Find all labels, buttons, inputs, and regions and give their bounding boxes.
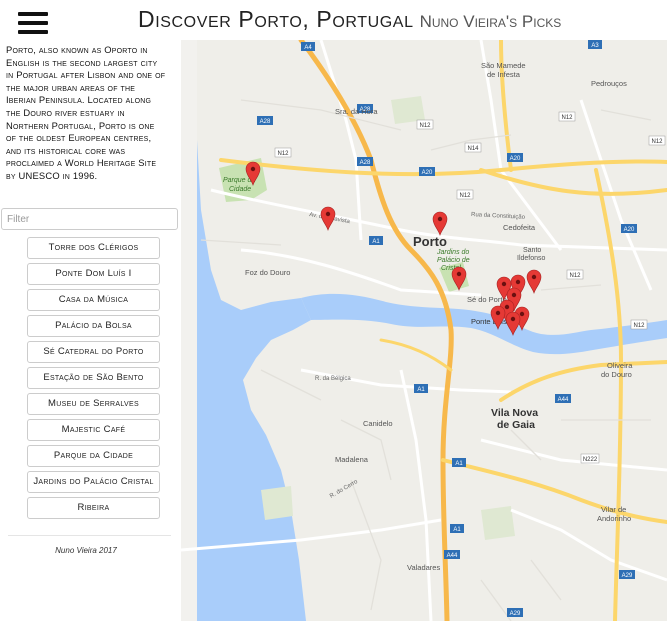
- road-badge: A44: [447, 553, 458, 559]
- road-badge: A3: [591, 43, 599, 49]
- road-badge: A1: [453, 527, 461, 533]
- map-label-vilar-de-andorinho: Vilar de Andorinho: [597, 505, 631, 523]
- road-badge: A1: [372, 239, 380, 245]
- place-button-majestic-cafe[interactable]: Majestic Café: [27, 419, 160, 441]
- place-button-ribeira[interactable]: Ribeira: [27, 497, 160, 519]
- road-badge: N12: [569, 273, 581, 279]
- place-button-se-catedral[interactable]: Sé Catedral do Porto: [27, 341, 160, 363]
- road-badge: A20: [510, 156, 521, 162]
- sidebar: Porto, also known as Oporto in English i…: [0, 40, 181, 621]
- place-button-ponte-dom-luis[interactable]: Ponte Dom Luís I: [27, 263, 160, 285]
- road-badge: N222: [583, 457, 598, 463]
- map-label-sra-da-hora: Sra. da Hora: [335, 107, 378, 116]
- place-button-casa-da-musica[interactable]: Casa da Música: [27, 289, 160, 311]
- map[interactable]: A4 N12 A28 N14 A3 N12 N12 A20 A20 N12 A2…: [181, 40, 667, 621]
- page-title: Discover Porto, Portugal Nuno Vieira's Pi…: [138, 6, 667, 33]
- map-label-foz-do-douro: Foz do Douro: [245, 268, 290, 277]
- map-label-cedofeita: Cedofeita: [503, 223, 536, 232]
- road-badge: A44: [558, 397, 569, 403]
- place-button-palacio-da-bolsa[interactable]: Palácio da Bolsa: [27, 315, 160, 337]
- map-label-sao-mamede: São Mamede de Infesta: [481, 61, 526, 79]
- map-label-canidelo: Canidelo: [363, 419, 393, 428]
- road-badge: A1: [417, 387, 425, 393]
- map-label-r-belgica: R. da Bélgica: [315, 376, 351, 382]
- map-canvas[interactable]: A4 N12 A28 N14 A3 N12 N12 A20 A20 N12 A2…: [181, 40, 667, 621]
- city-description: Porto, also known as Oporto in English i…: [6, 44, 166, 181]
- road-badge: N12: [561, 115, 573, 121]
- road-badge: A28: [360, 160, 371, 166]
- road-badge: N12: [651, 139, 663, 145]
- place-button-jardins-palacio-cristal[interactable]: Jardins do Palácio Cristal: [27, 471, 160, 493]
- road-badge: A28: [260, 119, 271, 125]
- sidebar-divider: [8, 535, 171, 536]
- map-label-madalena: Madalena: [335, 455, 369, 464]
- place-button-museu-serralves[interactable]: Museu de Serralves: [27, 393, 160, 415]
- road-badge: A1: [455, 461, 463, 467]
- road-badge: N12: [459, 193, 471, 199]
- road-badge: A20: [624, 227, 635, 233]
- menu-hamburger-icon[interactable]: [18, 12, 48, 34]
- road-badge: N14: [467, 146, 479, 152]
- place-button-estacao-sao-bento[interactable]: Estação de São Bento: [27, 367, 160, 389]
- map-label-se-do-porto: Sé do Porto: [467, 295, 507, 304]
- place-button-torre-dos-clerigos[interactable]: Torre dos Clérigos: [27, 237, 160, 259]
- place-button-parque-da-cidade[interactable]: Parque da Cidade: [27, 445, 160, 467]
- footer-credit: Nuno Vieira 2017: [55, 546, 117, 555]
- road-badge: A20: [422, 170, 433, 176]
- place-list: Torre dos Clérigos Ponte Dom Luís I Casa…: [27, 237, 160, 523]
- map-label-vila-nova-de-gaia: Vila Nova de Gaia: [491, 407, 538, 431]
- road-badge: N12: [277, 151, 289, 157]
- road-badge: N12: [633, 323, 645, 329]
- filter-input[interactable]: [1, 208, 178, 230]
- title-subtitle: Nuno Vieira's Picks: [419, 12, 562, 31]
- road-badge: A29: [622, 573, 633, 579]
- title-main: Discover Porto, Portugal: [138, 6, 414, 32]
- road-badge: A29: [510, 611, 521, 617]
- road-badge: N12: [419, 123, 431, 129]
- road-badge: A4: [304, 45, 312, 51]
- map-label-valadares: Valadares: [407, 563, 440, 572]
- map-label-pedroucos: Pedrouços: [591, 79, 627, 88]
- map-label-porto: Porto: [413, 234, 447, 249]
